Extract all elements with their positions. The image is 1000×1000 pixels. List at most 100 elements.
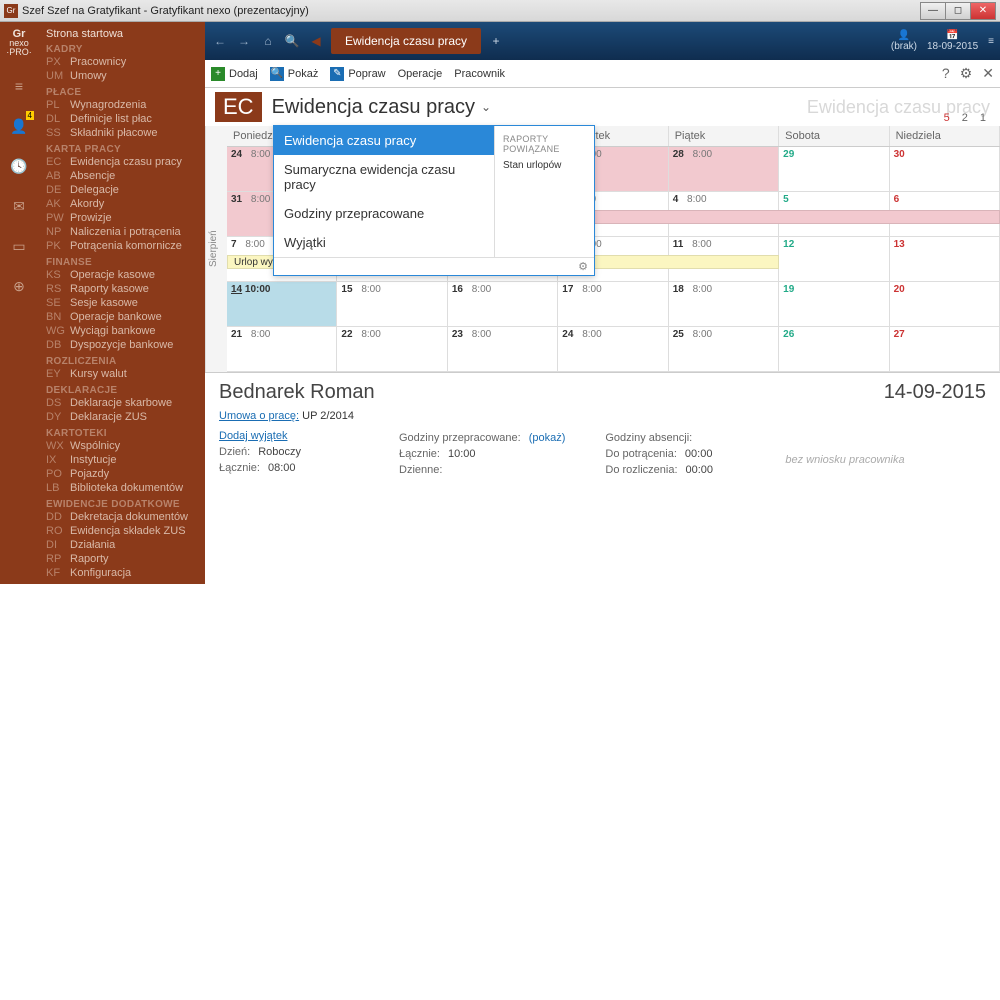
sidebar-item[interactable]: PKPotrącenia komornicze [46,239,197,253]
calendar-day-head: Niedziela [890,126,1000,146]
calendar-cell[interactable]: 28 8:00 [669,147,779,191]
calendar-cell[interactable]: 18 8:00 [669,282,779,326]
date-indicator[interactable]: 📅18-09-2015 [927,30,978,52]
toolbar-add-button[interactable]: +Dodaj [211,67,258,81]
tab-add-icon[interactable]: + [487,34,505,48]
calendar-cell[interactable]: 24 8:00 [558,327,668,371]
sidebar-item[interactable]: RPRaporty [46,552,197,566]
help-icon[interactable]: ? [942,65,950,82]
rail-add-icon[interactable]: ⊕ [8,275,30,297]
contract-label[interactable]: Umowa o pracę: [219,410,299,422]
calendar-cell[interactable]: 14 10:00 [227,282,337,326]
calendar-cell[interactable]: 22 8:00 [337,327,447,371]
sidebar-item[interactable]: AKAkordy [46,197,197,211]
active-tab[interactable]: Ewidencja czasu pracy [331,28,481,54]
sidebar-item[interactable]: NPNaliczenia i potrącenia [46,225,197,239]
sidebar-item[interactable]: WGWyciągi bankowe [46,324,197,338]
sidebar-group-head: KADRY [46,44,197,55]
topbar: ← → ⌂ 🔍 ◀ Ewidencja czasu pracy + 👤(brak… [205,22,1000,60]
calendar-cell[interactable]: 25 8:00 [669,327,779,371]
sidebar-item[interactable]: ROEwidencja składek ZUS [46,524,197,538]
calendar-cell[interactable]: 23 8:00 [448,327,558,371]
dropdown-item[interactable]: Godziny przepracowane [274,199,494,228]
sidebar-group-head: KARTOTEKI [46,428,197,439]
sidebar-item[interactable]: DIDziałania [46,538,197,552]
rail-mail-icon[interactable]: ✉ [8,195,30,217]
topbar-menu-icon[interactable]: ≡ [988,36,994,47]
calendar-cell[interactable]: 27 [890,327,1000,371]
rail-clock-icon[interactable]: 🕓 [8,155,30,177]
calendar-cell[interactable]: 16 8:00 [448,282,558,326]
module-title[interactable]: Ewidencja czasu pracy [272,96,475,119]
sidebar-item[interactable]: BNOperacje bankowe [46,310,197,324]
window-minimize-button[interactable]: — [920,2,946,20]
toolbar-operations-button[interactable]: Operacje [398,68,443,80]
page-number[interactable]: 2 [962,112,968,124]
nav-fwd-icon[interactable]: → [235,34,253,48]
panel-close-icon[interactable]: ✕ [982,65,994,82]
sidebar-group-head: EWIDENCJE DODATKOWE [46,499,197,510]
sidebar-item[interactable]: IXInstytucje [46,453,197,467]
sidebar-item[interactable]: DBDyspozycje bankowe [46,338,197,352]
sidebar-item[interactable]: DLDefinicje list płac [46,112,197,126]
window-maximize-button[interactable]: ◻ [945,2,971,20]
calendar-cell[interactable]: 21 8:00 [227,327,337,371]
gear-icon[interactable]: ⚙ [960,65,973,82]
sidebar-item[interactable]: EYKursy walut [46,367,197,381]
sidebar-item[interactable]: DSDeklaracje skarbowe [46,396,197,410]
sidebar-item[interactable]: DEDelegacje [46,183,197,197]
contract-value: UP 2/2014 [302,410,354,422]
calendar-cell[interactable]: 20 [890,282,1000,326]
toolbar: +Dodaj 🔍Pokaż ✎Popraw Operacje Pracownik… [205,60,1000,88]
dropdown-item[interactable]: Sumaryczna ewidencja czasu pracy [274,155,494,199]
nav-home-icon[interactable]: ⌂ [259,34,277,48]
nav-search-icon[interactable]: 🔍 [283,34,301,48]
calendar-cell[interactable]: 15 8:00 [337,282,447,326]
sidebar-item[interactable]: ABAbsencje [46,169,197,183]
calendar-cell[interactable]: 30 [890,147,1000,191]
sidebar-item[interactable]: SESesje kasowe [46,296,197,310]
sidebar-item[interactable]: WXWspólnicy [46,439,197,453]
rail-users-icon[interactable]: 👤4 [8,115,30,137]
calendar-cell[interactable]: 26 [779,327,889,371]
month-label-aug: Sierpień [205,126,227,372]
calendar-cell[interactable]: 13 [890,237,1000,281]
sidebar: Strona startowa KADRYPXPracownicyUMUmowy… [38,22,205,584]
rail-cert-icon[interactable]: ▭ [8,235,30,257]
user-indicator[interactable]: 👤(brak) [891,30,917,52]
rail-menu-icon[interactable]: ≡ [8,75,30,97]
window-close-button[interactable]: ✕ [970,2,996,20]
toolbar-employee-button[interactable]: Pracownik [454,68,505,80]
calendar-cell[interactable]: 19 [779,282,889,326]
sidebar-item[interactable]: SSSkładniki płacowe [46,126,197,140]
calendar-cell[interactable]: 29 [779,147,889,191]
sidebar-item[interactable]: KSOperacje kasowe [46,268,197,282]
page-number[interactable]: 1 [980,112,986,124]
calendar-cell[interactable]: 17 8:00 [558,282,668,326]
nav-back-icon[interactable]: ← [211,34,229,48]
sidebar-item[interactable]: DYDeklaracje ZUS [46,410,197,424]
page-number[interactable]: 5 [944,112,950,124]
toolbar-edit-button[interactable]: ✎Popraw [330,67,385,81]
dropdown-gear-icon[interactable]: ⚙ [274,257,594,275]
show-link[interactable]: (pokaż) [529,430,566,446]
toolbar-show-button[interactable]: 🔍Pokaż [270,67,319,81]
sidebar-item[interactable]: DDDekretacja dokumentów [46,510,197,524]
sidebar-item[interactable]: KFKonfiguracja [46,566,197,580]
dropdown-related-item[interactable]: Stan urlopów [503,160,586,171]
chevron-down-icon[interactable]: ⌄ [481,100,491,114]
sidebar-item[interactable]: UMUmowy [46,69,197,83]
sidebar-item[interactable]: ECEwidencja czasu pracy [46,155,197,169]
sidebar-item[interactable]: LBBiblioteka dokumentów [46,481,197,495]
sidebar-item[interactable]: PLWynagrodzenia [46,98,197,112]
dropdown-item[interactable]: Wyjątki [274,228,494,257]
sidebar-item[interactable]: RSRaporty kasowe [46,282,197,296]
dropdown-item[interactable]: Ewidencja czasu pracy [274,126,494,155]
add-exception-link[interactable]: Dodaj wyjątek [219,430,287,442]
absence-hours-head: Godziny absencji: [605,430,692,446]
sidebar-item[interactable]: POPojazdy [46,467,197,481]
sidebar-home[interactable]: Strona startowa [46,28,197,40]
sidebar-item[interactable]: PXPracownicy [46,55,197,69]
sidebar-item[interactable]: PWProwizje [46,211,197,225]
calendar-cell[interactable]: 12 [779,237,889,281]
